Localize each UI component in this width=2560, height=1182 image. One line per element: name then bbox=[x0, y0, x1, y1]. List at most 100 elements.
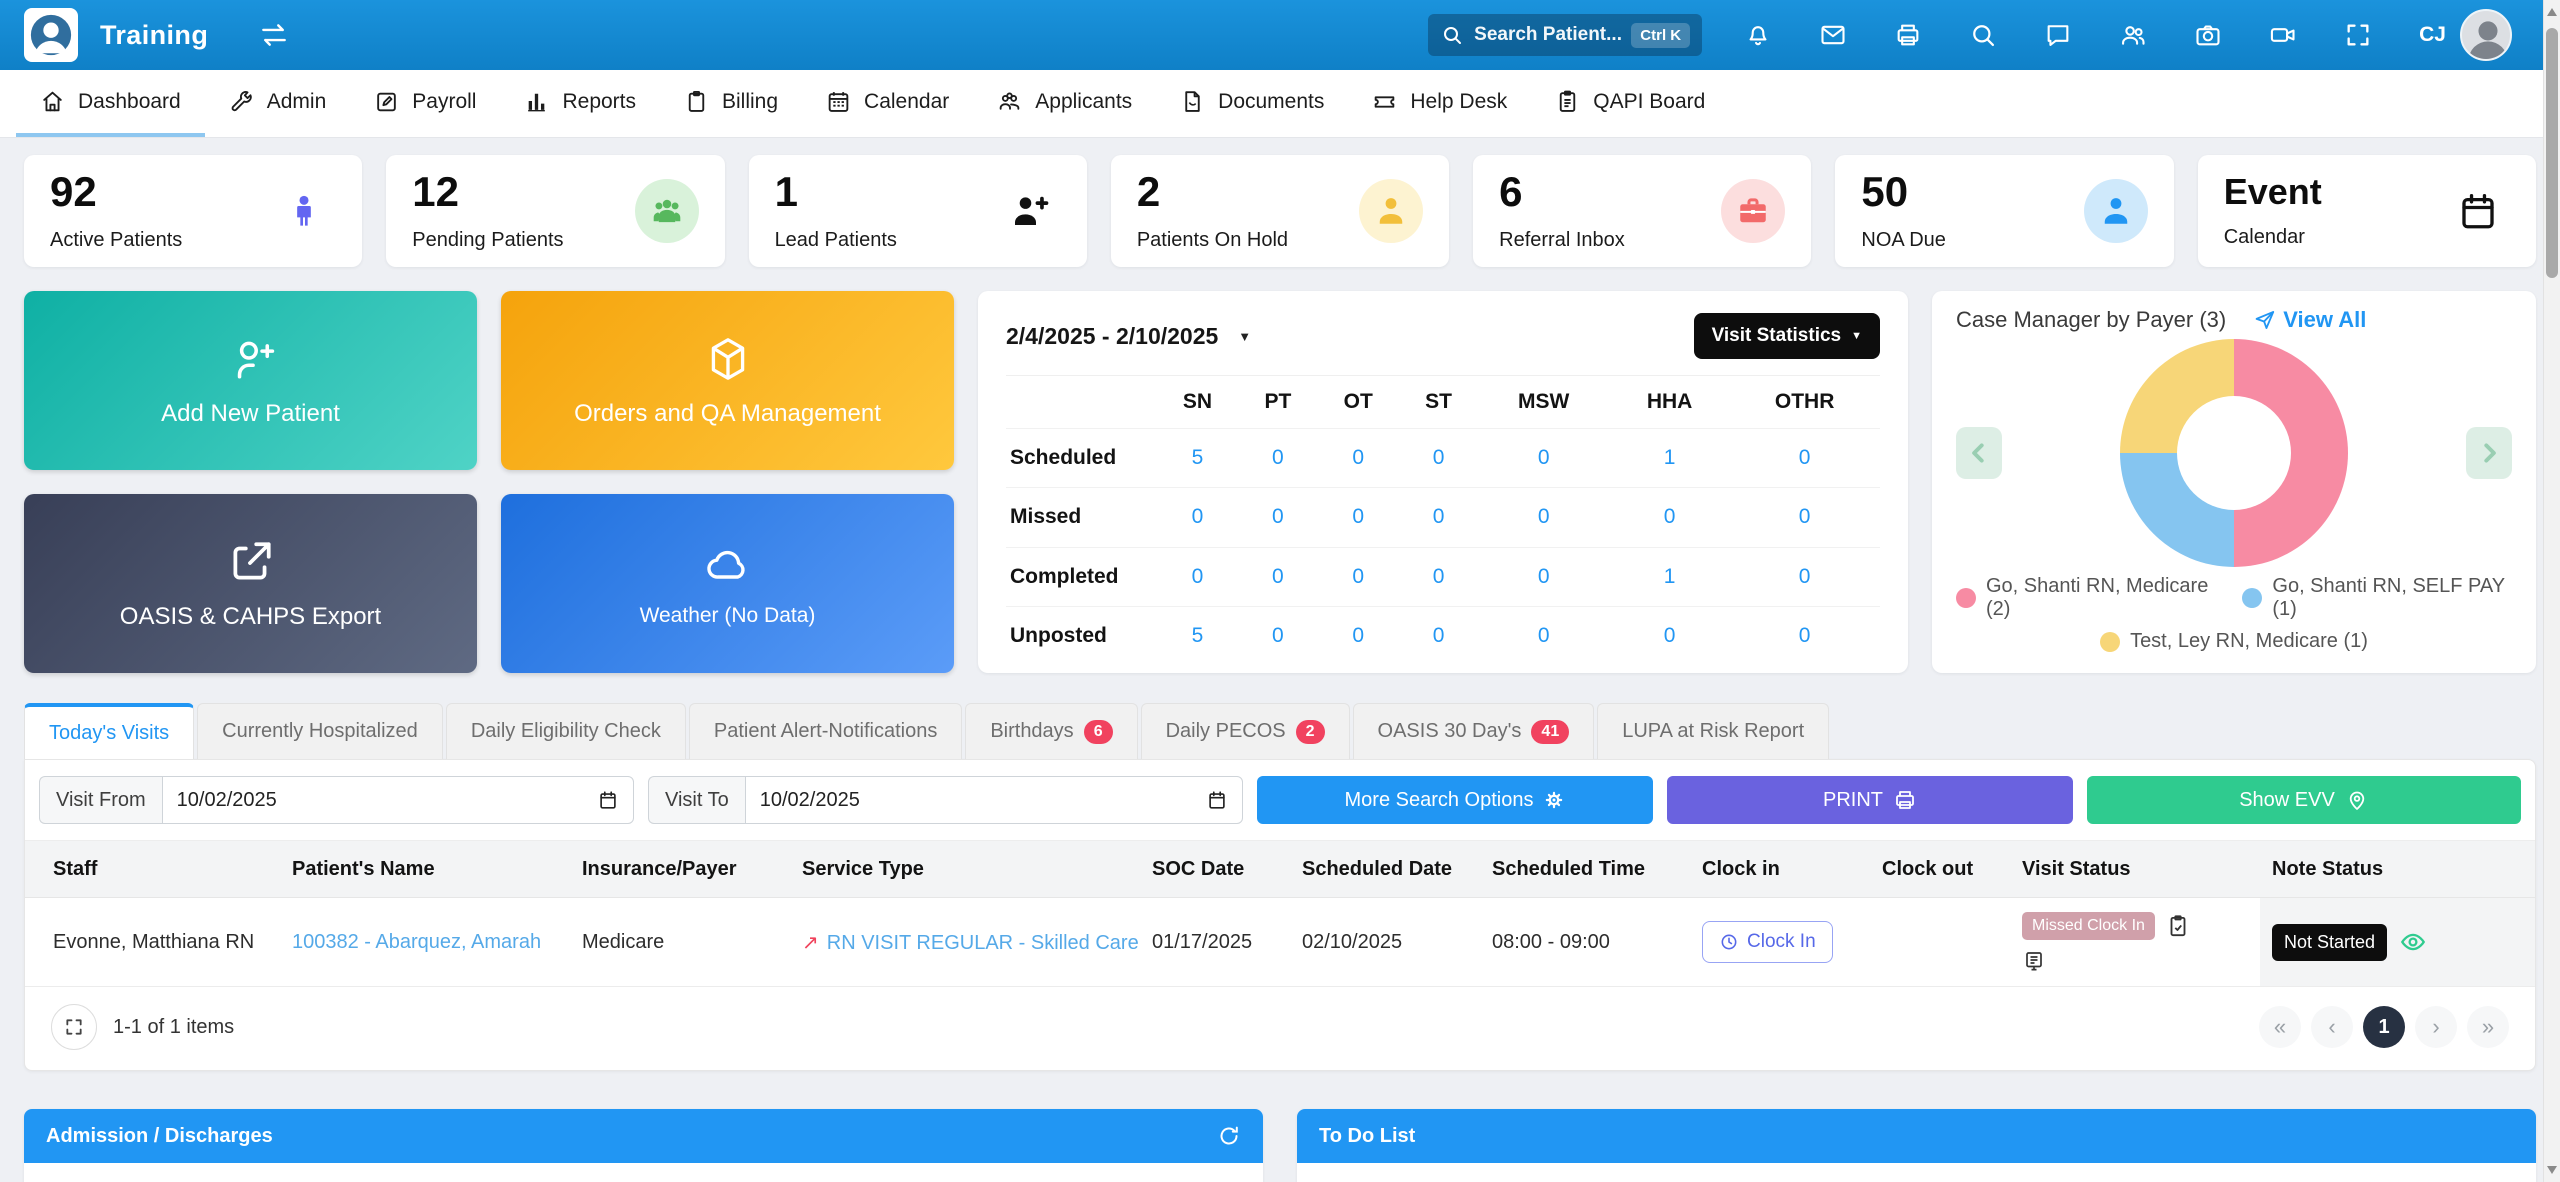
nav-item-dashboard[interactable]: Dashboard bbox=[16, 70, 205, 137]
search-input[interactable] bbox=[1474, 24, 1622, 46]
eye-icon[interactable] bbox=[2399, 928, 2427, 956]
switch-agency-icon[interactable] bbox=[258, 19, 290, 51]
vs-count-link[interactable]: 0 bbox=[1729, 547, 1880, 607]
stat-card-event-calendar[interactable]: Event Calendar bbox=[2197, 155, 2536, 267]
scroll-up-arrow-icon[interactable] bbox=[2547, 8, 2557, 16]
payer-donut[interactable] bbox=[2120, 339, 2348, 567]
vs-count-link[interactable]: 0 bbox=[1477, 547, 1610, 607]
stat-card-lead-patients[interactable]: 1 Lead Patients bbox=[748, 155, 1087, 267]
visit-note-icon[interactable] bbox=[2022, 949, 2046, 973]
clock-in-button[interactable]: Clock In bbox=[1702, 921, 1833, 963]
notifications-bell-icon[interactable] bbox=[1744, 21, 1772, 49]
vs-count-link[interactable]: 0 bbox=[1156, 487, 1239, 548]
nav-item-qapi-board[interactable]: QAPI Board bbox=[1531, 70, 1729, 137]
view-all-link[interactable]: View All bbox=[2254, 307, 2366, 333]
visit-from-field[interactable]: Visit From 10/02/2025 bbox=[39, 776, 634, 824]
vs-count-link[interactable]: 0 bbox=[1239, 487, 1317, 548]
weather-button[interactable]: Weather (No Data) bbox=[501, 494, 954, 673]
nav-item-reports[interactable]: Reports bbox=[500, 70, 660, 137]
chat-icon[interactable] bbox=[2044, 21, 2072, 49]
orders-qa-management-button[interactable]: Orders and QA Management bbox=[501, 291, 954, 470]
add-new-patient-button[interactable]: Add New Patient bbox=[24, 291, 477, 470]
nav-item-calendar[interactable]: Calendar bbox=[802, 70, 973, 137]
user-avatar[interactable] bbox=[2460, 9, 2512, 61]
oasis-cahps-export-button[interactable]: OASIS & CAHPS Export bbox=[24, 494, 477, 673]
vs-count-link[interactable]: 0 bbox=[1609, 487, 1730, 548]
tab-patient-alert-notifications[interactable]: Patient Alert-Notifications bbox=[688, 703, 963, 759]
nav-item-help-desk[interactable]: Help Desk bbox=[1348, 70, 1531, 137]
scrollbar-thumb[interactable] bbox=[2546, 28, 2558, 278]
date-range-selector[interactable]: 2/4/2025 - 2/10/2025 ▼ bbox=[1006, 323, 1251, 350]
service-type-link[interactable]: RN VISIT REGULAR - Skilled Care bbox=[827, 932, 1139, 954]
vs-count-link[interactable]: 0 bbox=[1729, 606, 1880, 665]
visit-statistics-dropdown[interactable]: Visit Statistics ▼ bbox=[1693, 313, 1880, 359]
nav-item-admin[interactable]: Admin bbox=[205, 70, 351, 137]
fullscreen-icon[interactable] bbox=[2344, 21, 2372, 49]
camera-icon[interactable] bbox=[2194, 21, 2222, 49]
print-icon[interactable] bbox=[1894, 21, 1922, 49]
vs-count-link[interactable]: 1 bbox=[1609, 428, 1730, 489]
stat-card-noa-due[interactable]: 50 NOA Due bbox=[1835, 155, 2174, 267]
tab-daily-eligibility-check[interactable]: Daily Eligibility Check bbox=[445, 703, 686, 759]
calendar-icon[interactable] bbox=[597, 789, 619, 811]
stat-card-active-patients[interactable]: 92 Active Patients bbox=[24, 155, 363, 267]
carousel-next-button[interactable] bbox=[2466, 427, 2512, 479]
video-icon[interactable] bbox=[2269, 21, 2297, 49]
page-scrollbar[interactable] bbox=[2543, 0, 2560, 1182]
vs-count-link[interactable]: 0 bbox=[1729, 487, 1880, 548]
next-page-button[interactable]: › bbox=[2415, 1006, 2457, 1048]
vs-count-link[interactable]: 0 bbox=[1316, 428, 1400, 489]
users-icon[interactable] bbox=[2119, 21, 2147, 49]
carousel-prev-button[interactable] bbox=[1956, 427, 2002, 479]
mail-icon[interactable] bbox=[1819, 21, 1847, 49]
vs-count-link[interactable]: 0 bbox=[1317, 606, 1400, 665]
patient-link[interactable]: 100382 - Abarquez, Amarah bbox=[292, 931, 541, 953]
vs-count-link[interactable]: 5 bbox=[1156, 428, 1239, 489]
stat-card-referral-inbox[interactable]: 6 Referral Inbox bbox=[1473, 155, 1812, 267]
vs-count-link[interactable]: 0 bbox=[1316, 487, 1400, 548]
tab-daily-pecos[interactable]: Daily PECOS 2 bbox=[1140, 703, 1350, 759]
patient-search[interactable]: Ctrl K bbox=[1428, 14, 1703, 56]
refresh-icon[interactable] bbox=[1217, 1124, 1241, 1148]
tab-oasis-30-days[interactable]: OASIS 30 Day's 41 bbox=[1352, 703, 1595, 759]
vs-count-link[interactable]: 0 bbox=[1477, 606, 1609, 665]
expand-table-button[interactable] bbox=[51, 1004, 97, 1050]
vs-count-link[interactable]: 0 bbox=[1399, 428, 1478, 489]
more-search-options-button[interactable]: More Search Options bbox=[1257, 776, 1653, 824]
stat-card-patients-on-hold[interactable]: 2 Patients On Hold bbox=[1110, 155, 1450, 267]
vs-count-link[interactable]: 0 bbox=[1239, 606, 1317, 665]
vs-count-link[interactable]: 0 bbox=[1729, 428, 1880, 489]
stat-card-pending-patients[interactable]: 12 Pending Patients bbox=[386, 155, 725, 267]
tab-lupa-at-risk[interactable]: LUPA at Risk Report bbox=[1597, 703, 1830, 759]
nav-item-documents[interactable]: Documents bbox=[1156, 70, 1348, 137]
vs-count-link[interactable]: 0 bbox=[1156, 547, 1239, 607]
vs-count-link[interactable]: 0 bbox=[1610, 606, 1729, 665]
first-page-button[interactable]: « bbox=[2259, 1006, 2301, 1048]
app-logo[interactable] bbox=[24, 8, 78, 62]
show-evv-button[interactable]: Show EVV bbox=[2087, 776, 2521, 824]
vs-count-link[interactable]: 0 bbox=[1239, 547, 1317, 607]
print-button[interactable]: PRINT bbox=[1667, 776, 2073, 824]
clipboard-check-icon[interactable] bbox=[2165, 913, 2191, 939]
vs-count-link[interactable]: 0 bbox=[1400, 606, 1478, 665]
nav-item-applicants[interactable]: Applicants bbox=[973, 70, 1156, 137]
vs-count-link[interactable]: 1 bbox=[1609, 547, 1730, 607]
visit-to-field[interactable]: Visit To 10/02/2025 bbox=[648, 776, 1243, 824]
tab-birthdays[interactable]: Birthdays 6 bbox=[965, 703, 1138, 759]
vs-count-link[interactable]: 0 bbox=[1477, 487, 1610, 548]
calendar-icon[interactable] bbox=[1206, 789, 1228, 811]
vs-count-link[interactable]: 0 bbox=[1239, 428, 1317, 489]
nav-item-billing[interactable]: Billing bbox=[660, 70, 802, 137]
search-global-icon[interactable] bbox=[1969, 21, 1997, 49]
current-page-button[interactable]: 1 bbox=[2363, 1006, 2405, 1048]
vs-count-link[interactable]: 5 bbox=[1156, 606, 1239, 665]
nav-item-payroll[interactable]: Payroll bbox=[350, 70, 500, 137]
vs-count-link[interactable]: 0 bbox=[1477, 428, 1610, 489]
tab-todays-visits[interactable]: Today's Visits bbox=[24, 703, 195, 759]
last-page-button[interactable]: » bbox=[2467, 1006, 2509, 1048]
tab-currently-hospitalized[interactable]: Currently Hospitalized bbox=[197, 703, 443, 759]
vs-count-link[interactable]: 0 bbox=[1399, 487, 1478, 548]
prev-page-button[interactable]: ‹ bbox=[2311, 1006, 2353, 1048]
vs-count-link[interactable]: 0 bbox=[1316, 547, 1400, 607]
vs-count-link[interactable]: 0 bbox=[1399, 547, 1478, 607]
